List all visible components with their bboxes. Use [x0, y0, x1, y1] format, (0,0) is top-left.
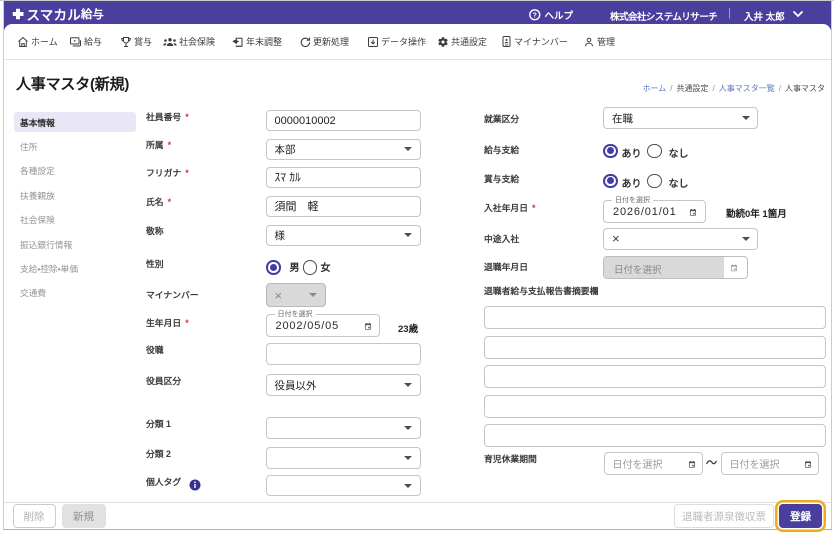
- svg-text:?: ?: [533, 12, 537, 20]
